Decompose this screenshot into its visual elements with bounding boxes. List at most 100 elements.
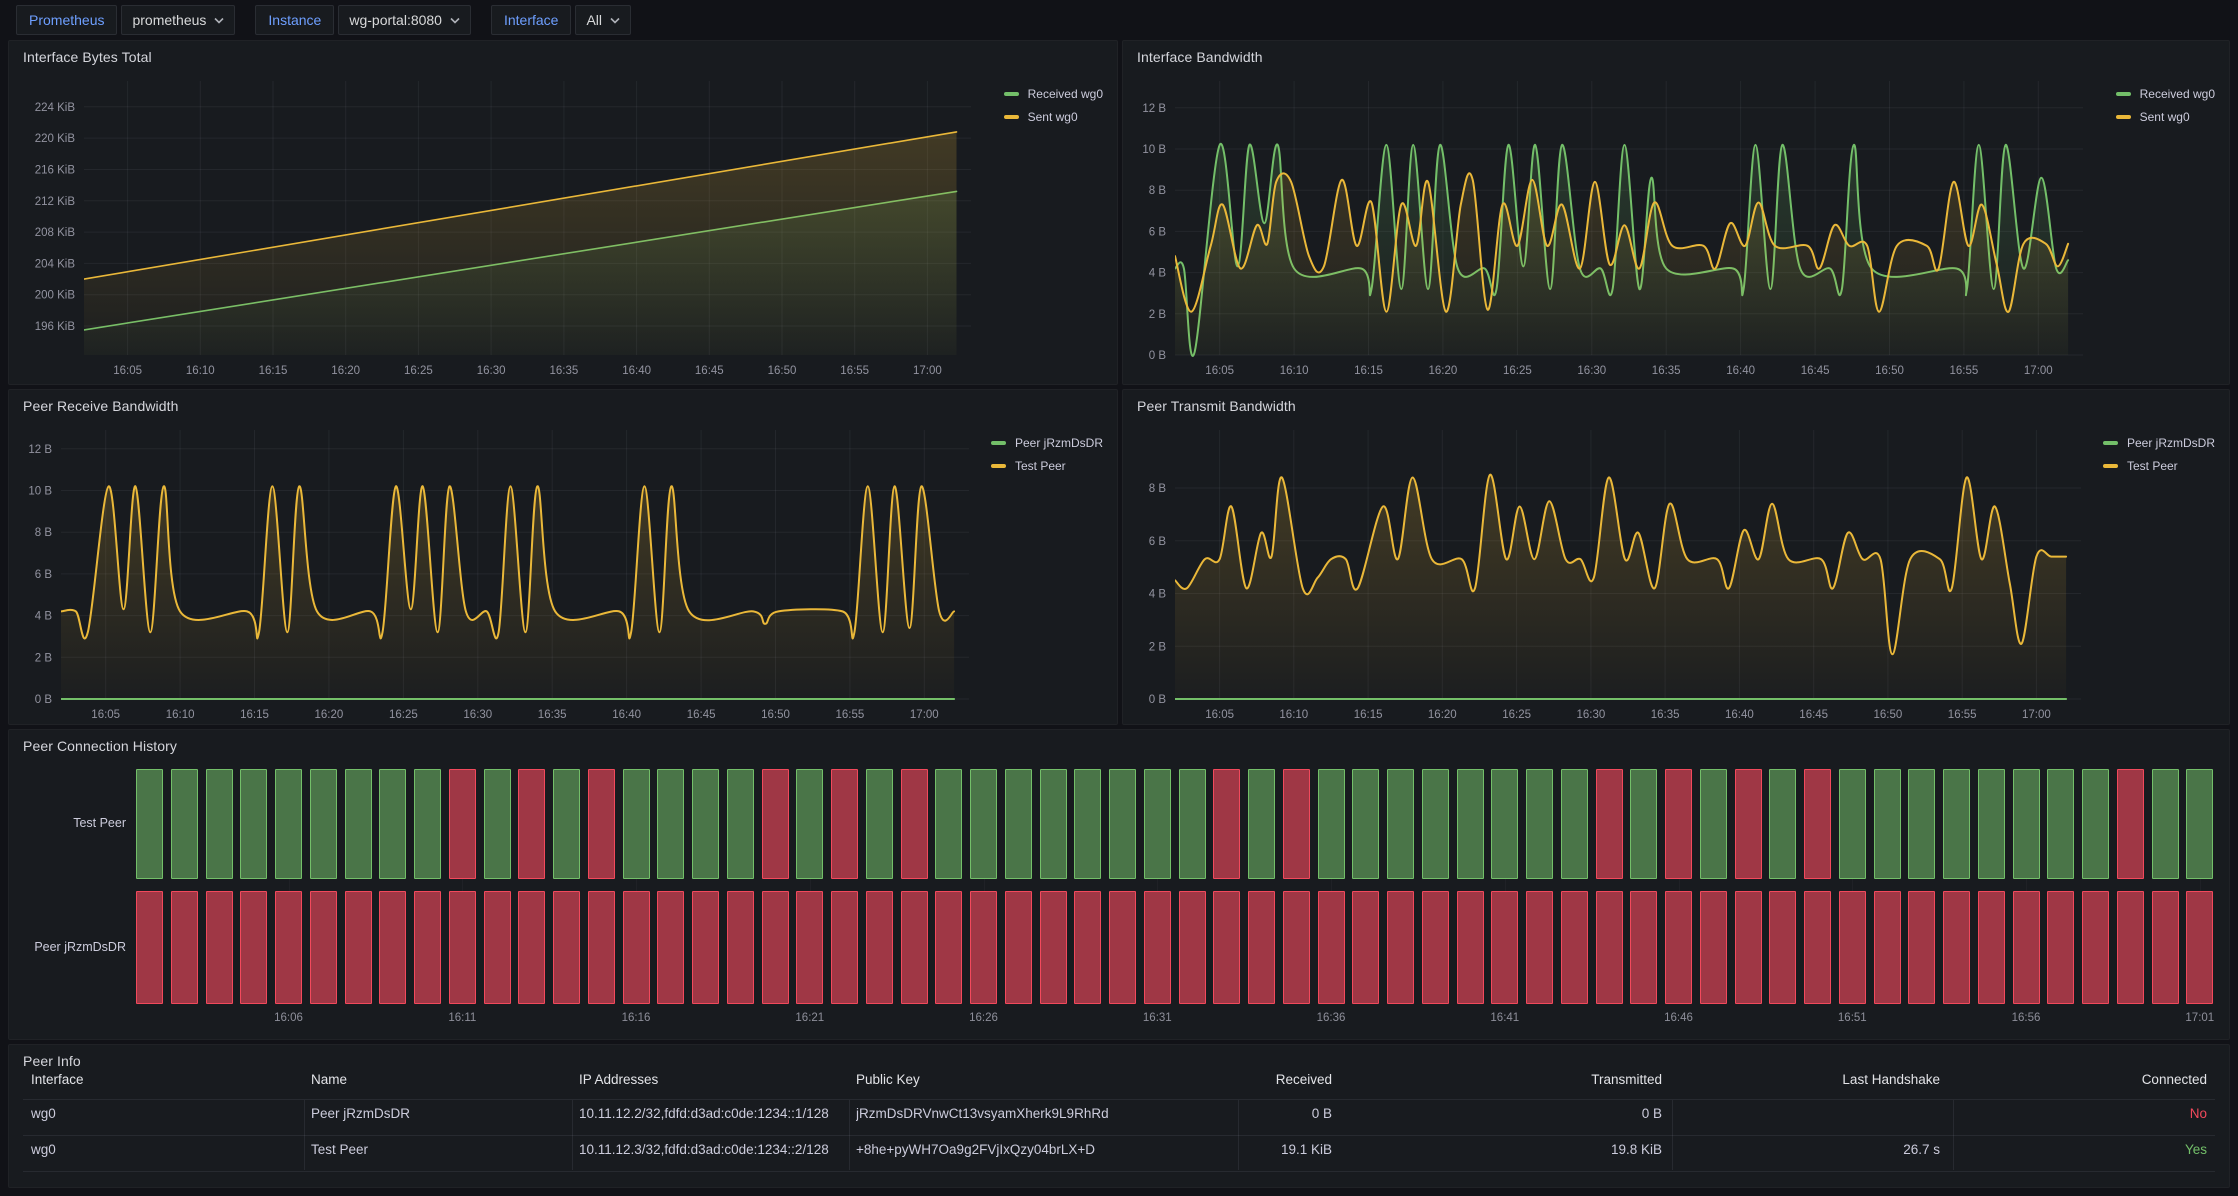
legend-item-label: Sent wg0 [1028,110,1078,124]
table-header-connected[interactable]: Connected [2142,1072,2207,1087]
chevron-down-icon [450,17,460,24]
x-axis-tick-label: 16:35 [538,709,567,721]
table-header-received[interactable]: Received [1276,1072,1332,1087]
state-bar-disconnected [901,891,928,1004]
y-axis-tick-label: 204 KiB [35,258,76,270]
table-column-divider [1953,1100,1954,1170]
plot-area [61,486,954,699]
state-bar-disconnected [1665,891,1692,1004]
x-axis-tick-label: 16:15 [1354,365,1383,377]
timeline-x-tick-label: 16:41 [1490,1012,1519,1024]
table-header-transmitted[interactable]: Transmitted [1591,1072,1662,1087]
state-bar-connected [1040,769,1067,879]
state-bar-connected [379,769,406,879]
state-bar-connected [1457,769,1484,879]
chevron-down-icon [214,17,224,24]
state-bar-disconnected [1526,891,1553,1004]
variable-group-prometheus: Prometheusprometheus [16,5,235,35]
panel-title-peer-info[interactable]: Peer Info [23,1053,81,1069]
timeline-x-tick-label: 16:11 [448,1012,476,1024]
x-axis-tick-label: 16:35 [1651,709,1680,721]
state-bar-connected [206,769,233,879]
y-axis-tick-label: 12 B [28,444,52,456]
state-bar-disconnected [1491,891,1518,1004]
state-bar-disconnected [1943,891,1970,1004]
table-cell-connected: No [2190,1106,2207,1121]
x-axis-tick-label: 16:30 [1577,365,1606,377]
table-header-ip-addresses[interactable]: IP Addresses [579,1072,837,1087]
x-axis-tick-label: 17:00 [913,365,942,377]
panel-title-peer-transmit-bandwidth[interactable]: Peer Transmit Bandwidth [1137,398,1296,414]
state-bar-disconnected [692,891,719,1004]
table-cell-public-key: +8he+pyWH7Oa9g2FVjIxQzy04brLX+D [856,1142,1228,1157]
panel-title-bytes-total[interactable]: Interface Bytes Total [23,49,152,65]
variable-value: prometheus [132,6,206,34]
timeline-x-tick-label: 16:16 [622,1012,651,1024]
state-bar-connected [1839,769,1866,879]
panel-title-peer-receive-bandwidth[interactable]: Peer Receive Bandwidth [23,398,179,414]
state-bar-connected [1526,769,1553,879]
table-header-last-handshake[interactable]: Last Handshake [1842,1072,1940,1087]
x-axis-tick-label: 16:20 [315,709,344,721]
table-cell-name: Peer jRzmDsDR [311,1106,410,1121]
state-bar-disconnected [1735,769,1762,879]
plot-area [84,132,957,355]
series-fill-1 [61,486,954,699]
state-bar-connected [1144,769,1171,879]
variable-group-instance: Instancewg-portal:8080 [255,5,471,35]
legend-item-peer-jrzmdsdr[interactable]: Peer jRzmDsDR [991,436,1103,450]
series-fill-1 [1175,475,2066,699]
state-bar-connected [1387,769,1414,879]
chart-interface-bandwidth[interactable]: 0 B2 B4 B6 B8 B10 B12 B16:0516:1016:1516… [1123,41,2231,386]
variable-dropdown-interface[interactable]: All [575,5,631,35]
legend-item-test-peer[interactable]: Test Peer [991,459,1103,473]
table-cell-transmitted: 0 B [1642,1106,1662,1121]
legend-item-sent-wg0[interactable]: Sent wg0 [1004,110,1103,124]
legend-item-sent-wg0[interactable]: Sent wg0 [2116,110,2215,124]
x-axis-tick-label: 17:00 [910,709,939,721]
legend-item-test-peer[interactable]: Test Peer [2103,459,2215,473]
chart-peer-transmit-bandwidth[interactable]: 0 B2 B4 B6 B8 B16:0516:1016:1516:2016:25… [1123,390,2231,726]
variable-dropdown-prometheus[interactable]: prometheus [121,5,235,35]
state-bar-disconnected [1908,891,1935,1004]
state-bar-connected [2047,769,2074,879]
state-bar-disconnected [1700,891,1727,1004]
panel-title-peer-connection-history[interactable]: Peer Connection History [23,738,177,754]
x-axis-tick-label: 16:50 [1874,709,1903,721]
timeline-x-tick-label: 17:01 [2185,1012,2214,1024]
legend-item-received-wg0[interactable]: Received wg0 [2116,87,2215,101]
series-fill-1 [84,132,957,355]
x-axis-tick-label: 16:45 [1799,709,1828,721]
state-bar-disconnected [1804,769,1831,879]
table-header-public-key[interactable]: Public Key [856,1072,1228,1087]
timeline-x-tick-label: 16:46 [1664,1012,1693,1024]
x-axis-tick-label: 16:25 [389,709,418,721]
y-axis-tick-label: 6 B [1149,536,1167,548]
panel-title-interface-bandwidth[interactable]: Interface Bandwidth [1137,49,1263,65]
legend-swatch-icon [2103,464,2118,468]
state-bar-connected [310,769,337,879]
x-axis-tick-label: 16:15 [240,709,269,721]
x-axis-tick-label: 16:30 [1577,709,1606,721]
chart-peer-receive-bandwidth[interactable]: 0 B2 B4 B6 B8 B10 B12 B16:0516:1016:1516… [9,390,1119,726]
x-axis-tick-label: 16:10 [186,365,215,377]
table-header-name[interactable]: Name [311,1072,347,1087]
state-bar-connected [692,769,719,879]
timeline-x-tick-label: 16:21 [795,1012,824,1024]
state-bar-connected [1005,769,1032,879]
legend-item-peer-jrzmdsdr[interactable]: Peer jRzmDsDR [2103,436,2215,450]
chart-bytes-total[interactable]: 196 KiB200 KiB204 KiB208 KiB212 KiB216 K… [9,41,1119,386]
variable-dropdown-instance[interactable]: wg-portal:8080 [338,5,471,35]
state-bar-connected [2152,769,2179,879]
y-axis-tick-label: 4 B [1149,589,1167,601]
x-axis-tick-label: 16:25 [1502,709,1531,721]
y-axis-tick-label: 2 B [1149,309,1167,321]
legend-item-received-wg0[interactable]: Received wg0 [1004,87,1103,101]
state-bar-connected [553,769,580,879]
legend-swatch-icon [1004,92,1019,96]
table-header-interface[interactable]: Interface [31,1072,84,1087]
legend-swatch-icon [2116,92,2131,96]
state-bar-disconnected [1318,891,1345,1004]
state-bar-disconnected [866,891,893,1004]
state-bar-disconnected [588,769,615,879]
